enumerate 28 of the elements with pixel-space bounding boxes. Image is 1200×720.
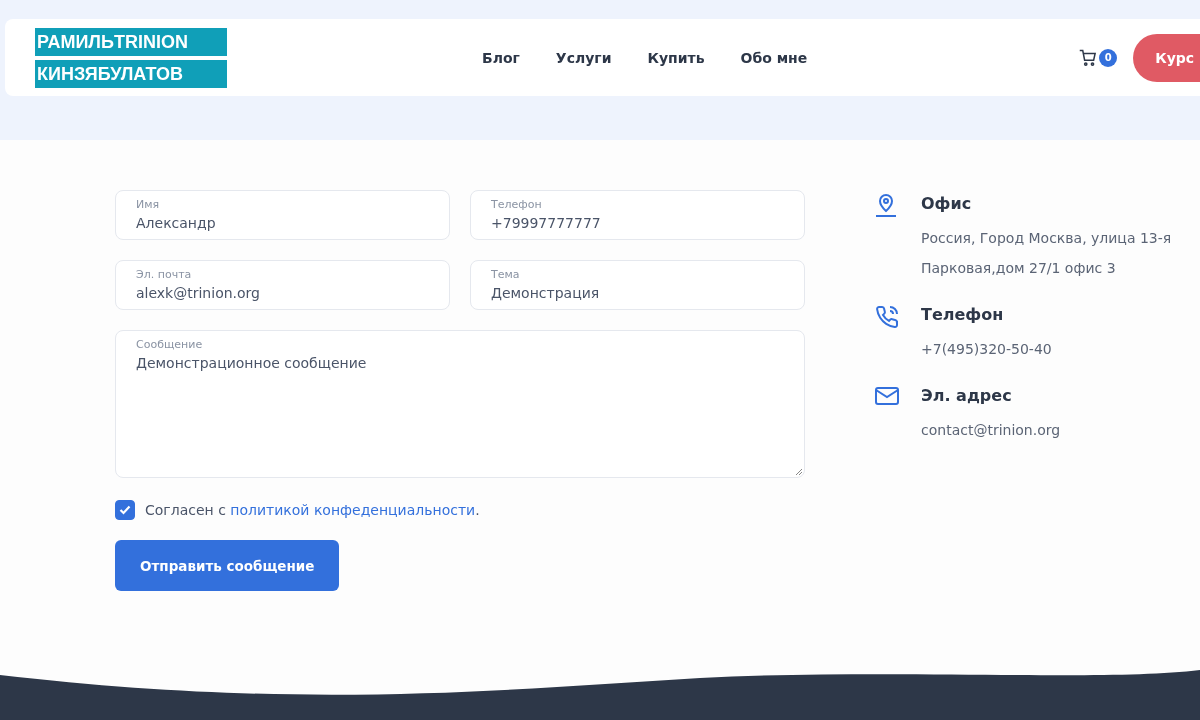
- envelope-icon: [875, 386, 899, 406]
- nav-link[interactable]: Обо мне: [740, 49, 808, 66]
- contact-detail: contact@trinion.org: [921, 421, 1061, 440]
- input-field[interactable]: Эл. почта alexk@trinion.org: [115, 260, 450, 310]
- contact-detail: Россия, Город Москва, улица 13-я: [921, 229, 1172, 248]
- resize-handle-icon[interactable]: [795, 468, 802, 475]
- submit-button[interactable]: Отправить сообщение: [115, 540, 340, 591]
- input-field[interactable]: Имя Александр: [115, 190, 450, 240]
- contact-detail: +7(495)320-50-40: [921, 340, 1052, 359]
- contact-title: Офис: [921, 194, 973, 213]
- consent-checkbox[interactable]: [115, 500, 135, 520]
- nav-link[interactable]: Купить: [647, 49, 705, 66]
- contact-title: Эл. адрес: [921, 386, 1013, 405]
- contact-detail: Парковая,дом 27/1 офис 3: [921, 259, 1117, 278]
- privacy-policy-link[interactable]: политикой конфеденциальности: [230, 502, 476, 518]
- input-field[interactable]: Тема Демонстрация: [470, 260, 805, 310]
- contact-title: Телефон: [921, 305, 1005, 324]
- cart-icon[interactable]: [1079, 48, 1098, 67]
- cart-count-badge: 0: [1099, 48, 1118, 67]
- nav-link[interactable]: Блог: [482, 49, 520, 66]
- message-field[interactable]: Сообщение Демонстрационное сообщение: [115, 330, 805, 478]
- phone-icon: [875, 305, 899, 329]
- consent-text: Согласен с политикой конфеденциальности.: [145, 502, 480, 518]
- course-button[interactable]: Курс: [1133, 33, 1200, 82]
- nav-link[interactable]: Услуги: [555, 49, 612, 66]
- input-field[interactable]: Телефон +79997777777: [470, 190, 805, 240]
- checkmark-icon: [119, 505, 131, 515]
- location-pin-icon: [875, 194, 897, 218]
